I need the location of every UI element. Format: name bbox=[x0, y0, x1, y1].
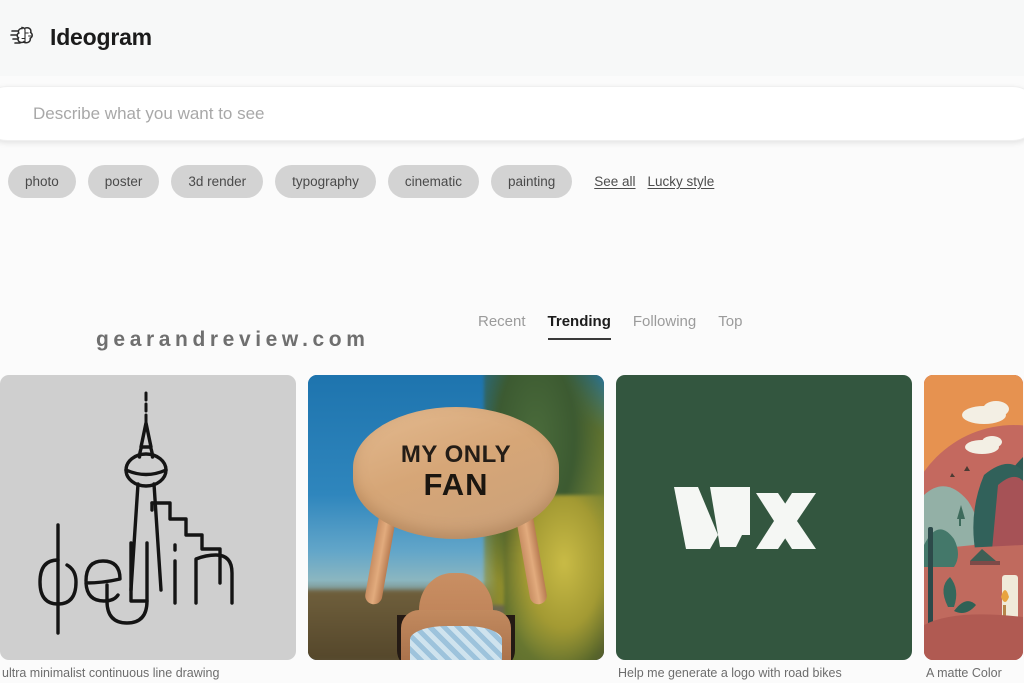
brand[interactable]: Ideogram bbox=[10, 22, 152, 52]
gallery-card[interactable]: A matte Color bbox=[924, 375, 1023, 683]
image-gallery: ultra minimalist continuous line drawing bbox=[0, 375, 1024, 683]
chip-3d-render[interactable]: 3d render bbox=[171, 165, 264, 198]
banner-sign: MY ONLY FAN bbox=[353, 407, 559, 539]
lucky-style-link[interactable]: Lucky style bbox=[648, 174, 715, 189]
card-image-wx-logo[interactable] bbox=[616, 375, 912, 660]
app-page: Ideogram photo poster 3d render typograp… bbox=[0, 0, 1024, 683]
gallery-card[interactable]: ultra minimalist continuous line drawing bbox=[0, 375, 296, 683]
chip-typography[interactable]: typography bbox=[275, 165, 376, 198]
chip-painting[interactable]: painting bbox=[490, 165, 573, 198]
tab-following[interactable]: Following bbox=[633, 313, 696, 340]
banner-line-1: MY ONLY bbox=[400, 441, 512, 469]
banner-line-2: FAN bbox=[423, 467, 489, 503]
search-bar-wrapper bbox=[0, 86, 1024, 141]
chip-photo[interactable]: photo bbox=[8, 165, 76, 198]
feed-tabs: Recent Trending Following Top bbox=[478, 313, 742, 340]
card-image-my-only-fan[interactable]: MY ONLY FAN bbox=[308, 375, 604, 660]
style-chips-row: photo poster 3d render typography cinema… bbox=[8, 165, 714, 198]
search-input[interactable] bbox=[33, 103, 939, 124]
brain-icon bbox=[10, 22, 40, 52]
gallery-card[interactable]: Help me generate a logo with road bikes bbox=[616, 375, 912, 683]
card-image-berlin[interactable] bbox=[0, 375, 296, 660]
gallery-card[interactable]: MY ONLY FAN bbox=[308, 375, 604, 683]
tab-trending[interactable]: Trending bbox=[547, 313, 612, 340]
tab-top[interactable]: Top bbox=[718, 313, 742, 340]
card-caption: ultra minimalist continuous line drawing bbox=[2, 666, 220, 680]
card-caption: Help me generate a logo with road bikes bbox=[618, 666, 842, 680]
watermark: gearandreview.com bbox=[96, 328, 370, 351]
card-image-landscape-illustration[interactable] bbox=[924, 375, 1023, 660]
see-all-link[interactable]: See all bbox=[594, 174, 635, 189]
chip-cinematic[interactable]: cinematic bbox=[387, 165, 479, 198]
chip-poster[interactable]: poster bbox=[87, 165, 160, 198]
brand-name: Ideogram bbox=[50, 23, 152, 50]
card-caption: A matte Color bbox=[926, 666, 1002, 680]
app-header: Ideogram bbox=[0, 0, 1024, 76]
wx-monogram-icon bbox=[674, 486, 816, 549]
search-bar[interactable] bbox=[0, 86, 1024, 141]
tab-recent[interactable]: Recent bbox=[478, 313, 526, 340]
